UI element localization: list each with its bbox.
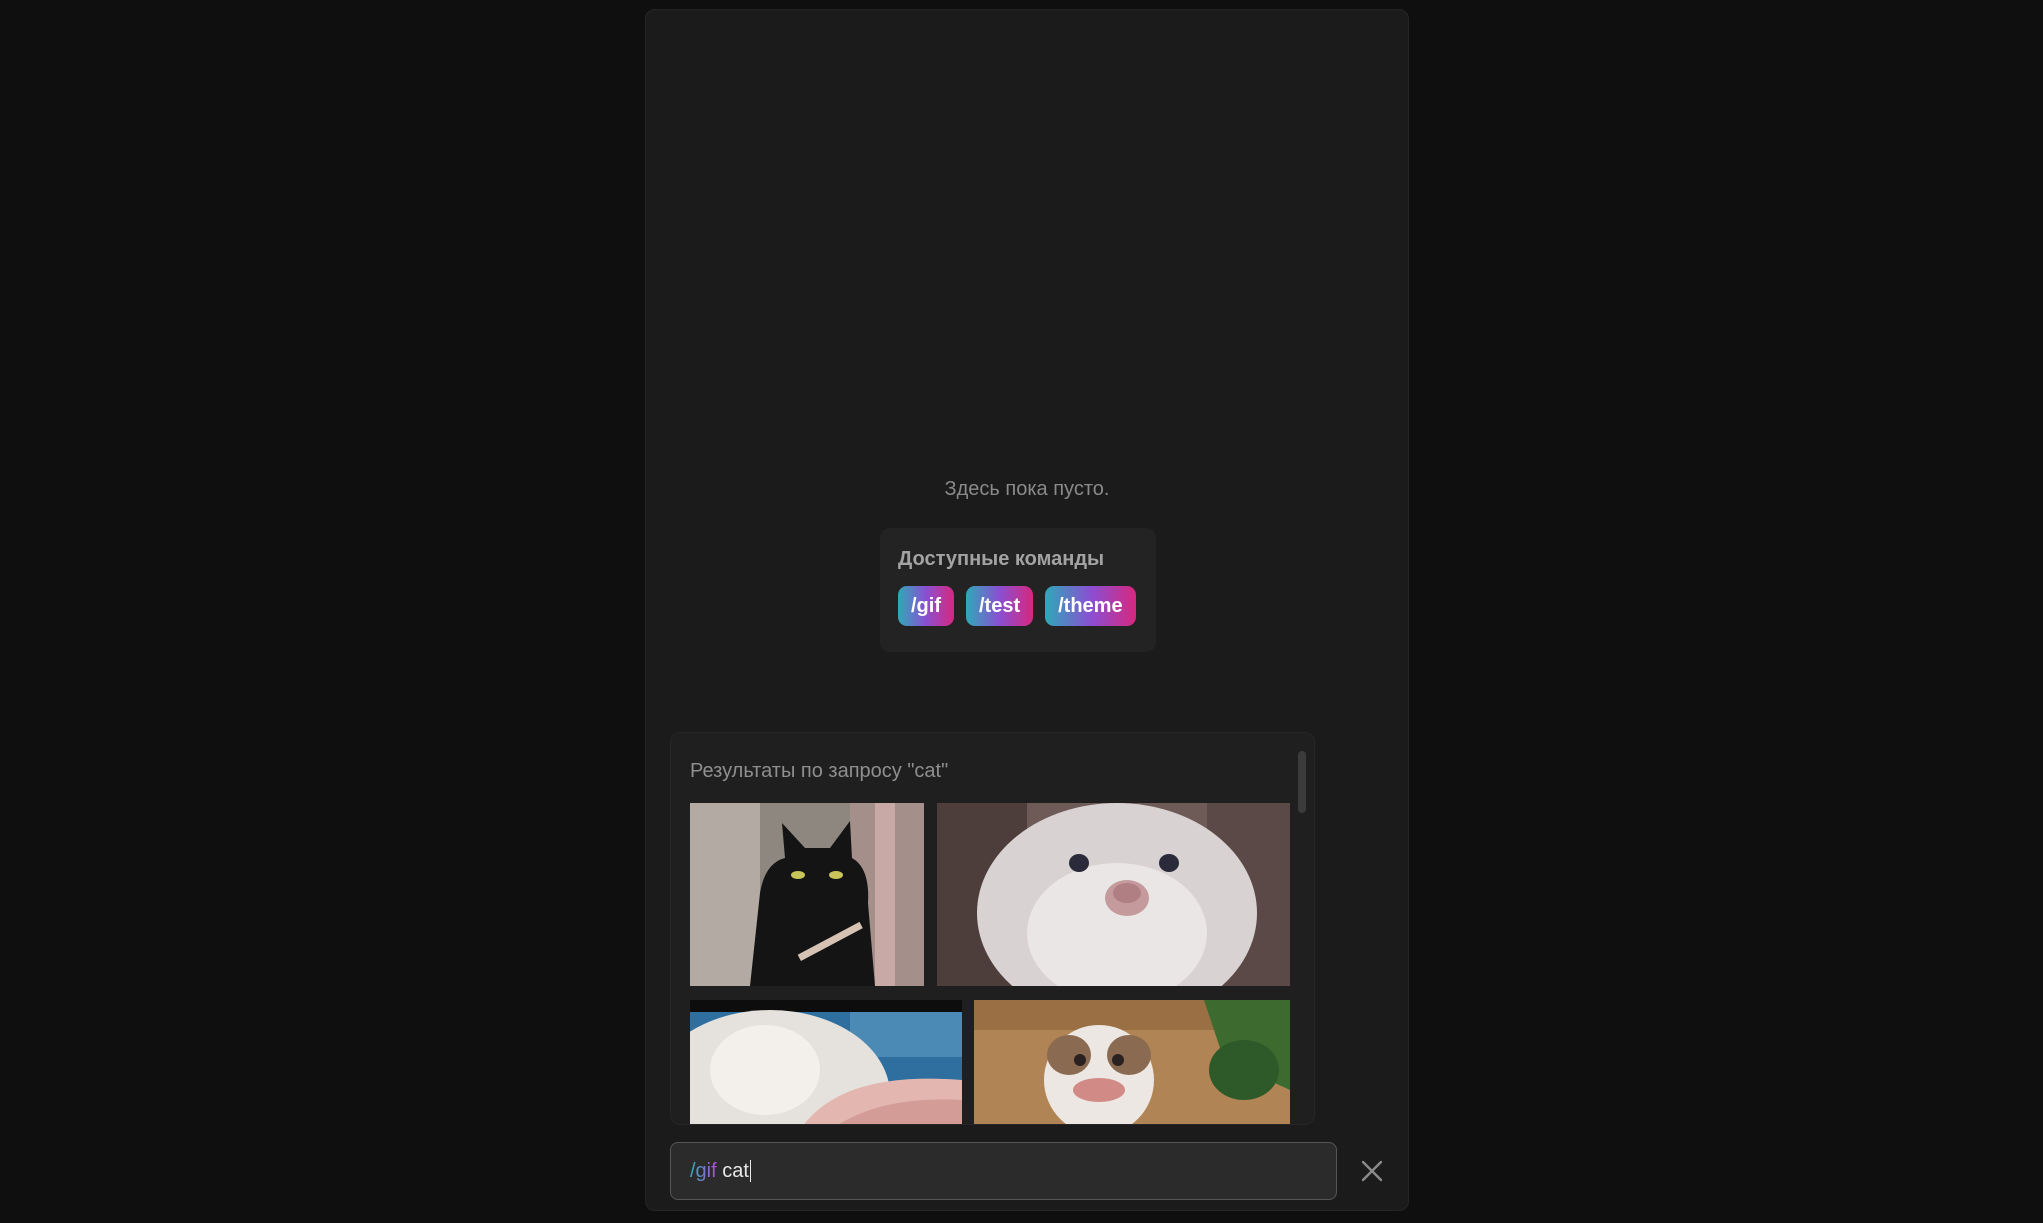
gif-result-scottish-fold-cat[interactable] <box>974 1000 1290 1124</box>
chat-window: Здесь пока пусто. Доступные команды /gif… <box>645 9 1409 1211</box>
gif-result-white-cat-closeup[interactable] <box>937 803 1290 986</box>
text-caret <box>749 1160 751 1182</box>
empty-state-text: Здесь пока пусто. <box>944 478 1110 500</box>
gif-results-title: Результаты по запросу "cat" <box>690 760 949 782</box>
available-commands-panel: Доступные команды /gif /test /theme <box>880 528 1156 652</box>
scottish-fold-cat-gif-image <box>974 1000 1290 1124</box>
close-icon <box>1361 1160 1383 1182</box>
commands-list: /gif /test /theme <box>898 586 1138 626</box>
gif-result-black-cat[interactable] <box>690 803 924 986</box>
command-gif-button[interactable]: /gif <box>898 586 954 626</box>
close-button[interactable] <box>1356 1155 1388 1187</box>
white-cat-pet-gif-image <box>690 1000 962 1124</box>
gif-results-scrollbar[interactable] <box>1298 751 1306 813</box>
white-cat-closeup-gif-image <box>937 803 1290 986</box>
input-command-prefix: /gif <box>690 1159 717 1182</box>
black-cat-gif-image <box>690 803 924 986</box>
commands-title: Доступные команды <box>898 548 1105 570</box>
gif-results-panel: Результаты по запросу "cat" <box>670 732 1315 1125</box>
command-theme-button[interactable]: /theme <box>1045 586 1136 626</box>
gif-result-white-cat-pet[interactable] <box>690 1000 962 1124</box>
input-query-text: cat <box>722 1159 749 1182</box>
message-input[interactable]: /gif cat <box>670 1142 1337 1200</box>
command-test-button[interactable]: /test <box>966 586 1034 626</box>
